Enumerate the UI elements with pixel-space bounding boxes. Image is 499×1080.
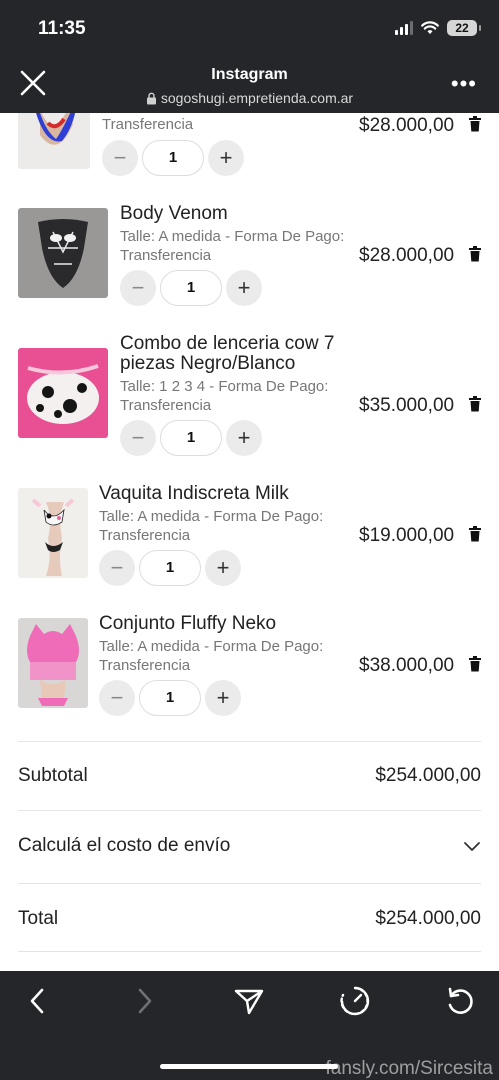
back-icon[interactable] [20,983,56,1019]
trash-icon[interactable] [468,656,482,672]
total-label: Total [18,908,59,929]
divider [18,883,481,884]
item-meta: Talle: A medida - Forma De Pago: [99,508,324,525]
product-image[interactable] [18,488,88,578]
home-indicator[interactable] [160,1064,338,1069]
product-image[interactable] [18,618,88,708]
decrease-quantity-button[interactable]: − [120,420,156,456]
subtotal-row: Subtotal $254.000,00 [18,765,481,787]
trash-icon[interactable] [468,396,482,412]
more-icon[interactable]: ••• [451,73,477,95]
subtotal-value: $254.000,00 [375,765,481,786]
trash-icon[interactable] [468,116,482,132]
top-bar: 11:35 22 Instagram sogoshugi.empretienda… [0,0,499,113]
plus-icon: + [216,685,230,710]
chevron-down-icon [464,842,480,851]
minus-icon: − [131,425,145,450]
status-icons: 22 [395,20,481,36]
item-meta: Talle: 1 2 3 4 - Forma De Pago: [120,378,329,395]
quantity-stepper[interactable]: − 1 + [102,140,244,176]
increase-quantity-button[interactable]: + [205,680,241,716]
cart-item: Conjunto Fluffy Neko Talle: A medida - F… [0,613,499,743]
item-price: $28.000,00 [359,245,455,266]
share-icon[interactable] [231,983,267,1019]
browser-url-text: sogoshugi.empretienda.com.ar [160,90,354,106]
quantity-field[interactable]: 1 [160,420,222,456]
divider [18,810,481,811]
cart-item: Combo de lenceria cow 7 piezas Negro/Bla… [0,333,499,483]
item-name[interactable]: Vaquita Indiscreta Milk [99,483,289,504]
item-price: $19.000,00 [359,525,455,546]
item-meta: Transferencia [102,116,194,133]
wifi-icon [421,21,439,34]
item-price: $28.000,00 [359,115,455,136]
item-name[interactable]: Combo de lenceria cow 7 [120,333,334,354]
quantity-stepper[interactable]: − 1 + [120,420,262,456]
minus-icon: − [131,275,145,300]
decrease-quantity-button[interactable]: − [99,550,135,586]
quantity-stepper[interactable]: − 1 + [99,680,241,716]
trash-icon[interactable] [468,526,482,542]
cart-item: Body Venom Talle: A medida - Forma De Pa… [0,203,499,333]
increase-quantity-button[interactable]: + [205,550,241,586]
speed-icon[interactable] [337,983,373,1019]
total-value: $254.000,00 [375,908,481,929]
lock-icon [146,92,156,104]
cart-item: Vaquita Indiscreta Milk Talle: A medida … [0,483,499,613]
total-row: Total $254.000,00 [18,908,481,930]
status-time: 11:35 [38,18,86,39]
item-meta: Talle: A medida - Forma De Pago: [120,228,345,245]
plus-icon: + [219,145,233,170]
item-name[interactable]: Conjunto Fluffy Neko [99,613,276,634]
minus-icon: − [113,145,127,170]
subtotal-label: Subtotal [18,765,88,786]
forward-icon[interactable] [126,983,162,1019]
decrease-quantity-button[interactable]: − [120,270,156,306]
quantity-field[interactable]: 1 [139,680,201,716]
reload-icon[interactable] [442,983,478,1019]
product-image[interactable] [18,113,90,169]
item-meta: Transferencia [99,527,191,544]
browser-url: sogoshugi.empretienda.com.ar [0,90,499,106]
trash-icon[interactable] [468,246,482,262]
quantity-field[interactable]: 1 [160,270,222,306]
item-meta: Transferencia [120,247,212,264]
shipping-label: Calculá el costo de envío [18,835,231,856]
item-meta: Talle: A medida - Forma De Pago: [99,638,324,655]
watermark: fansly.com/Sircesita [325,1058,493,1079]
item-name[interactable]: piezas Negro/Blanco [120,353,295,374]
quantity-stepper[interactable]: − 1 + [99,550,241,586]
signal-icon [395,21,413,35]
battery-indicator: 22 [447,20,481,36]
quantity-stepper[interactable]: − 1 + [120,270,262,306]
browser-title: Instagram [211,66,288,83]
plus-icon: + [237,275,251,300]
decrease-quantity-button[interactable]: − [102,140,138,176]
plus-icon: + [216,555,230,580]
item-price: $38.000,00 [359,655,455,676]
plus-icon: + [237,425,251,450]
minus-icon: − [110,685,124,710]
cart-content: Transferencia $28.000,00 − 1 + Body Veno… [0,113,499,971]
increase-quantity-button[interactable]: + [226,420,262,456]
item-meta: Transferencia [120,397,212,414]
quantity-field[interactable]: 1 [142,140,204,176]
item-price: $35.000,00 [359,395,455,416]
shipping-calculator-toggle[interactable]: Calculá el costo de envío [18,835,481,857]
divider [18,741,481,742]
decrease-quantity-button[interactable]: − [99,680,135,716]
quantity-field[interactable]: 1 [139,550,201,586]
item-name[interactable]: Body Venom [120,203,228,224]
product-image[interactable] [18,208,108,298]
increase-quantity-button[interactable]: + [208,140,244,176]
item-meta: Transferencia [99,657,191,674]
cart-item: Transferencia $28.000,00 − 1 + [0,113,499,203]
product-image[interactable] [18,348,108,438]
minus-icon: − [110,555,124,580]
divider [18,951,481,952]
increase-quantity-button[interactable]: + [226,270,262,306]
